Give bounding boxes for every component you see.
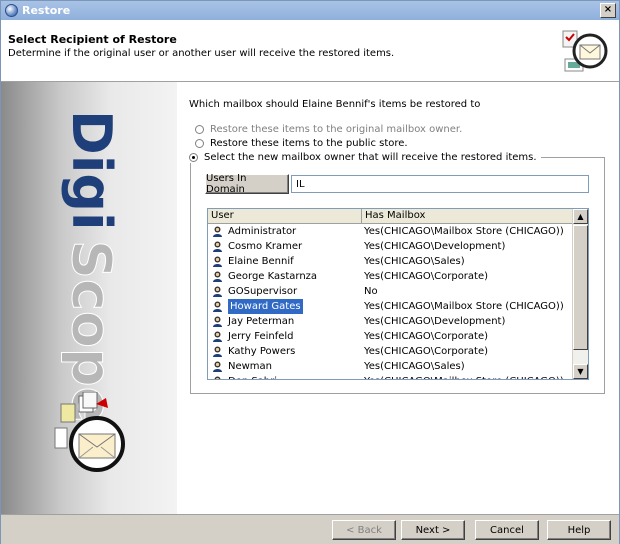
- user-icon: [213, 346, 222, 357]
- list-item[interactable]: GOSupervisor No: [208, 284, 574, 299]
- column-header-user[interactable]: User: [208, 209, 362, 223]
- list-item[interactable]: Elaine Bennif Yes(CHICAGO\Sales): [208, 254, 574, 269]
- wizard-footer: < Back Next > Cancel Help: [1, 514, 619, 544]
- user-name: GOSupervisor: [228, 286, 298, 297]
- user-name: Cosmo Kramer: [228, 241, 303, 252]
- wizard-content: Which mailbox should Elaine Bennif's ite…: [177, 82, 619, 514]
- question-text: Which mailbox should Elaine Bennif's ite…: [189, 99, 481, 110]
- user-rows: Administrator Yes(CHICAGO\Mailbox Store (…: [208, 224, 574, 379]
- user-name: Administrator: [228, 226, 297, 237]
- title-bar[interactable]: Restore ×: [1, 1, 619, 20]
- scroll-down-icon[interactable]: ▼: [573, 364, 588, 379]
- user-icon: [213, 256, 222, 267]
- users-in-domain-button[interactable]: Users In Domain: [205, 173, 289, 195]
- user-cell: Cosmo Kramer: [212, 239, 302, 254]
- mailbox-cell: Yes(CHICAGO\Mailbox Store (CHICAGO)): [364, 301, 564, 312]
- user-name: George Kastarnza: [228, 271, 318, 282]
- mailbox-cell: Yes(CHICAGO\Development): [364, 316, 506, 327]
- user-list[interactable]: User Has Mailbox Administrator Yes(CHICAG…: [207, 208, 589, 380]
- mailbox-cell: Yes(CHICAGO\Development): [364, 241, 506, 252]
- radio-label: Select the new mailbox owner that will r…: [204, 152, 537, 163]
- digiscope-logo: Digi Scope: [60, 110, 124, 424]
- close-button[interactable]: ×: [600, 3, 616, 18]
- radio-label: Restore these items to the original mail…: [210, 124, 463, 135]
- mailbox-cell: Yes(CHICAGO\Sales): [364, 361, 465, 372]
- radio-button[interactable]: [195, 125, 204, 134]
- search-input[interactable]: [291, 175, 589, 193]
- back-button[interactable]: < Back: [332, 520, 396, 540]
- user-cell: Kathy Powers: [212, 344, 295, 359]
- radio-new-owner[interactable]: Select the new mailbox owner that will r…: [189, 152, 541, 163]
- user-icon: [213, 301, 222, 312]
- list-item[interactable]: Kathy Powers Yes(CHICAGO\Corporate): [208, 344, 574, 359]
- vertical-scrollbar[interactable]: ▲ ▼: [572, 209, 588, 379]
- next-button[interactable]: Next >: [401, 520, 465, 540]
- list-item[interactable]: George Kastarnza Yes(CHICAGO\Corporate): [208, 269, 574, 284]
- mailbox-cell: Yes(CHICAGO\Mailbox Store (CHICAGO)): [364, 226, 564, 237]
- user-name: Don Sabri: [228, 374, 277, 379]
- user-cell: Newman: [212, 359, 272, 374]
- user-name: Jay Peterman: [228, 316, 295, 327]
- mailbox-cell: Yes(CHICAGO\Mailbox Store (CHICAGO)): [364, 374, 564, 379]
- radio-original-owner[interactable]: Restore these items to the original mail…: [195, 124, 462, 135]
- mailbox-cell: Yes(CHICAGO\Sales): [364, 256, 465, 267]
- scroll-up-icon[interactable]: ▲: [573, 209, 588, 224]
- user-cell: George Kastarnza: [212, 269, 317, 284]
- list-item[interactable]: Newman Yes(CHICAGO\Sales): [208, 359, 574, 374]
- user-name: Elaine Bennif: [228, 256, 294, 267]
- list-item[interactable]: Don Sabri Yes(CHICAGO\Mailbox Store (CHIC…: [208, 374, 574, 379]
- help-button[interactable]: Help: [547, 520, 611, 540]
- header-title: Select Recipient of Restore: [8, 33, 177, 46]
- brand-sidebar: Digi Scope: [1, 82, 177, 514]
- user-cell: Jay Peterman: [212, 314, 294, 329]
- list-item[interactable]: Cosmo Kramer Yes(CHICAGO\Development): [208, 239, 574, 254]
- radio-button[interactable]: [195, 139, 204, 148]
- scroll-thumb[interactable]: [573, 225, 588, 350]
- mailbox-cell: No: [364, 286, 378, 297]
- wizard-header: Select Recipient of Restore Determine if…: [1, 20, 619, 82]
- mailbox-cell: Yes(CHICAGO\Corporate): [364, 271, 489, 282]
- list-item[interactable]: Jay Peterman Yes(CHICAGO\Development): [208, 314, 574, 329]
- user-cell: Howard Gates: [212, 299, 303, 314]
- column-header-mailbox[interactable]: Has Mailbox: [362, 209, 574, 223]
- close-icon: ×: [603, 4, 613, 15]
- list-item[interactable]: Administrator Yes(CHICAGO\Mailbox Store (…: [208, 224, 574, 239]
- window-title: Restore: [22, 4, 71, 17]
- user-icon: [214, 376, 221, 379]
- user-icon: [213, 286, 222, 297]
- radio-public-store[interactable]: Restore these items to the public store.: [195, 138, 408, 149]
- user-cell: GOSupervisor: [212, 284, 297, 299]
- user-name: Newman: [228, 361, 273, 372]
- restore-icon: [5, 4, 18, 17]
- user-icon: [213, 226, 222, 237]
- user-icon: [213, 241, 222, 252]
- user-name: Jerry Feinfeld: [228, 331, 294, 342]
- mailbox-cell: Yes(CHICAGO\Corporate): [364, 346, 489, 357]
- user-icon: [213, 331, 222, 342]
- user-icon: [213, 271, 222, 282]
- list-item[interactable]: Jerry Feinfeld Yes(CHICAGO\Corporate): [208, 329, 574, 344]
- user-icon: [213, 316, 222, 327]
- mailbox-cell: Yes(CHICAGO\Corporate): [364, 331, 489, 342]
- user-cell: Don Sabri: [212, 374, 277, 379]
- cancel-button[interactable]: Cancel: [475, 520, 539, 540]
- restore-dialog: Restore × Select Recipient of Restore De…: [0, 0, 620, 544]
- user-icon: [213, 361, 222, 372]
- mail-clock-icon: [562, 30, 608, 72]
- radio-button[interactable]: [189, 153, 198, 162]
- sidebar-mail-icon: [54, 392, 125, 472]
- user-cell: Jerry Feinfeld: [212, 329, 294, 344]
- user-name: Kathy Powers: [228, 346, 296, 357]
- user-name: Howard Gates: [228, 299, 303, 314]
- svg-text:Digi: Digi: [60, 110, 123, 231]
- radio-label: Restore these items to the public store.: [210, 138, 408, 149]
- list-header: User Has Mailbox: [208, 209, 574, 224]
- list-item[interactable]: Howard Gates Yes(CHICAGO\Mailbox Store (C…: [208, 299, 574, 314]
- header-subtitle: Determine if the original user or anothe…: [8, 48, 395, 59]
- user-cell: Elaine Bennif: [212, 254, 294, 269]
- user-cell: Administrator: [212, 224, 296, 239]
